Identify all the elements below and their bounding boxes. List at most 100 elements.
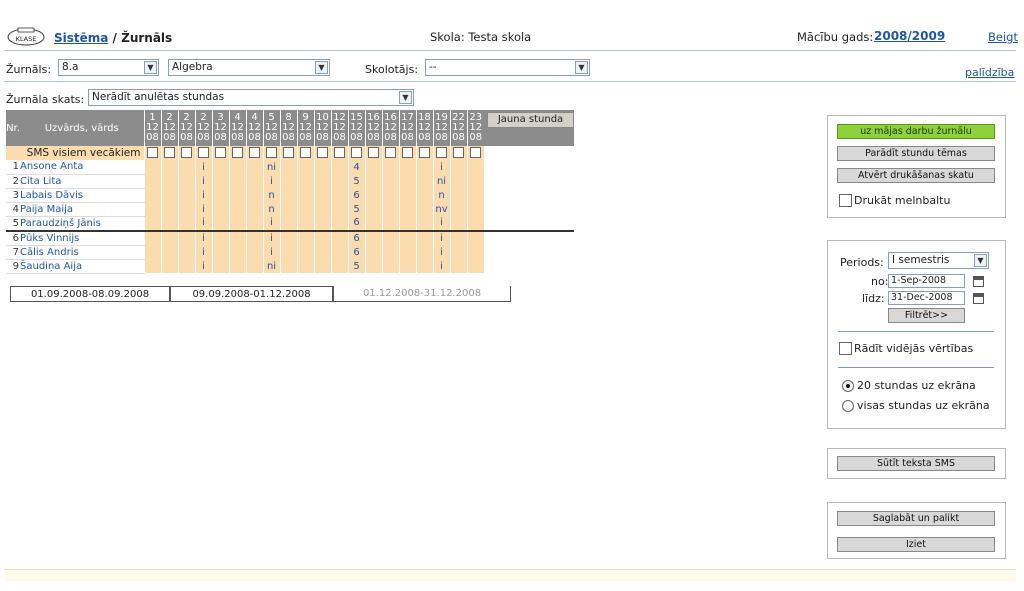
grade-cell[interactable]: i [194, 188, 212, 202]
sms-checkbox[interactable] [181, 147, 192, 158]
grade-cell[interactable] [415, 188, 433, 202]
grade-cell[interactable] [245, 216, 263, 231]
lesson-date-header[interactable]: 16 12 08 [381, 110, 399, 146]
sms-checkbox[interactable] [334, 147, 345, 158]
grade-cell[interactable]: i [194, 160, 212, 174]
grade-cell[interactable] [398, 160, 416, 174]
grade-cell[interactable] [466, 245, 484, 259]
lesson-date-header[interactable]: 5 12 08 [262, 110, 280, 146]
grade-cell[interactable] [279, 160, 297, 174]
grade-cell[interactable] [415, 202, 433, 216]
grade-cell[interactable] [228, 202, 246, 216]
grade-cell[interactable] [415, 259, 433, 273]
grade-cell[interactable] [296, 188, 314, 202]
sms-checkbox[interactable] [147, 147, 158, 158]
grade-cell[interactable] [449, 202, 467, 216]
grade-cell[interactable]: 5 [347, 174, 365, 188]
grade-cell[interactable]: i [262, 245, 280, 259]
lesson-date-header[interactable]: 3 12 08 [211, 110, 229, 146]
sms-checkbox[interactable] [368, 147, 379, 158]
help-link[interactable]: palīdzība [965, 66, 1014, 79]
lesson-date-header[interactable]: 19 12 08 [432, 110, 450, 146]
grade-cell[interactable] [245, 229, 263, 245]
grade-cell[interactable] [381, 245, 399, 259]
grade-cell[interactable] [330, 229, 348, 245]
grade-cell[interactable] [381, 160, 399, 174]
grade-cell[interactable] [313, 245, 331, 259]
grade-cell[interactable] [279, 188, 297, 202]
sms-checkbox[interactable] [419, 147, 430, 158]
grade-cell[interactable] [449, 160, 467, 174]
lesson-date-header[interactable]: 4 12 08 [245, 110, 263, 146]
grade-cell[interactable] [211, 216, 229, 231]
student-name-link[interactable]: Šaudiņa Aija [20, 259, 144, 274]
home-journal-button[interactable]: uz mājas darbu žurnālu [837, 124, 995, 139]
grade-cell[interactable] [279, 174, 297, 188]
period-tab[interactable]: 01.09.2008-08.09.2008 [10, 286, 170, 302]
grade-cell[interactable]: 6 [347, 229, 365, 245]
grade-cell[interactable] [160, 160, 178, 174]
grade-cell[interactable]: nv [432, 202, 450, 216]
lesson-date-header[interactable]: 9 12 08 [296, 110, 314, 146]
sms-checkbox[interactable] [283, 147, 294, 158]
grade-cell[interactable] [160, 216, 178, 231]
sms-checkbox[interactable] [385, 147, 396, 158]
school-year-link[interactable]: 2008/2009 [874, 29, 945, 43]
grade-cell[interactable]: 4 [347, 160, 365, 174]
lesson-date-header[interactable]: 1 12 08 [143, 110, 161, 146]
grade-cell[interactable]: 5 [347, 202, 365, 216]
grade-cell[interactable] [143, 174, 161, 188]
grade-cell[interactable] [245, 188, 263, 202]
grade-cell[interactable] [177, 216, 195, 231]
lesson-date-header[interactable]: 17 12 08 [398, 110, 416, 146]
grade-cell[interactable] [330, 216, 348, 231]
grade-cell[interactable] [466, 174, 484, 188]
grade-cell[interactable] [177, 245, 195, 259]
new-lesson-button[interactable]: Jauna stunda [487, 112, 574, 128]
grade-cell[interactable] [364, 174, 382, 188]
grade-cell[interactable]: i [432, 160, 450, 174]
grade-cell[interactable] [449, 188, 467, 202]
print-view-button[interactable]: Atvērt drukāšanas skatu [837, 168, 995, 183]
grade-cell[interactable] [415, 229, 433, 245]
grade-cell[interactable] [211, 245, 229, 259]
lesson-date-header[interactable]: 23 12 08 [466, 110, 484, 146]
grade-cell[interactable] [381, 216, 399, 231]
grade-cell[interactable] [398, 245, 416, 259]
sms-checkbox[interactable] [164, 147, 175, 158]
grade-cell[interactable] [177, 174, 195, 188]
sms-checkbox[interactable] [266, 147, 277, 158]
grade-cell[interactable] [313, 188, 331, 202]
student-name-link[interactable]: Paraudziņš Jānis [20, 216, 144, 231]
grade-cell[interactable] [449, 259, 467, 273]
from-date-input[interactable]: 1-Sep-2008 [888, 274, 965, 288]
grade-cell[interactable] [466, 160, 484, 174]
grade-cell[interactable] [296, 216, 314, 231]
grade-cell[interactable]: i [194, 229, 212, 245]
grade-cell[interactable] [160, 245, 178, 259]
lesson-date-header[interactable]: 22 12 08 [449, 110, 467, 146]
breadcrumb-system-link[interactable]: Sistēma [54, 31, 108, 45]
student-name-link[interactable]: Paija Maija [20, 202, 144, 217]
sms-checkbox[interactable] [402, 147, 413, 158]
to-date-input[interactable]: 31-Dec-2008 [888, 291, 965, 305]
grade-cell[interactable] [211, 174, 229, 188]
lesson-date-header[interactable]: 16 12 08 [364, 110, 382, 146]
grade-cell[interactable] [364, 160, 382, 174]
student-name-link[interactable]: Ansone Anta [20, 160, 144, 175]
grade-cell[interactable] [143, 216, 161, 231]
grade-cell[interactable] [143, 259, 161, 273]
lesson-date-header[interactable]: 4 12 08 [228, 110, 246, 146]
grade-cell[interactable] [398, 202, 416, 216]
grade-cell[interactable]: i [432, 245, 450, 259]
grade-cell[interactable] [398, 188, 416, 202]
grade-cell[interactable] [364, 229, 382, 245]
grade-cell[interactable] [228, 229, 246, 245]
grade-cell[interactable] [330, 245, 348, 259]
grade-cell[interactable] [330, 259, 348, 273]
grade-cell[interactable] [296, 202, 314, 216]
student-name-link[interactable]: Pūks Vinnijs [20, 229, 144, 246]
lesson-date-header[interactable]: 12 12 08 [330, 110, 348, 146]
sms-checkbox[interactable] [470, 147, 482, 158]
grade-cell[interactable] [415, 160, 433, 174]
